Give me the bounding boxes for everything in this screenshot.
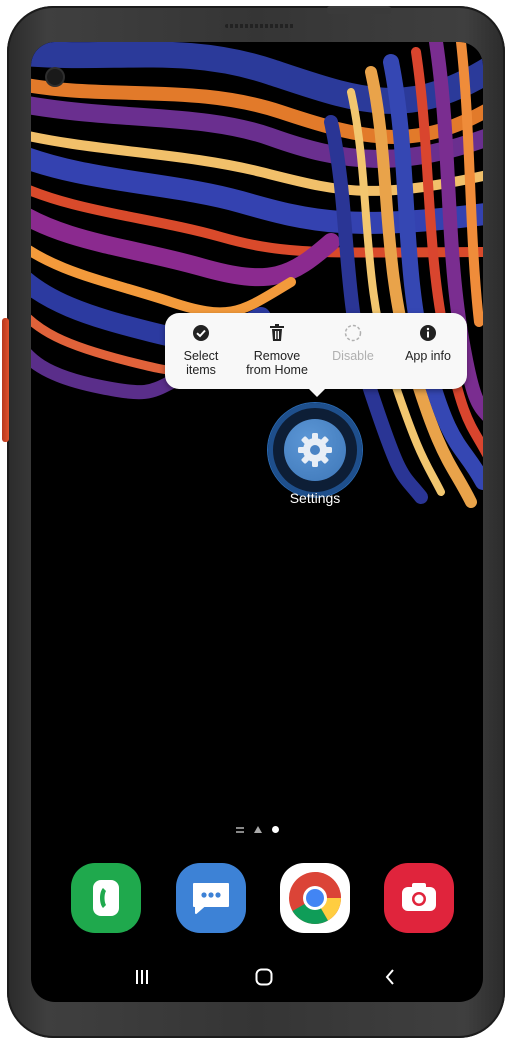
app-context-menu: Select items Remove from Home Disable Ap… (165, 313, 467, 397)
phone-app-icon[interactable] (71, 863, 141, 933)
remove-from-home-label: Remove from Home (246, 349, 308, 377)
message-bubble-icon (193, 883, 229, 914)
home-screen (31, 42, 483, 1002)
power-button (327, 6, 391, 14)
settings-app-icon[interactable] (284, 419, 346, 481)
page-indicator-list (236, 826, 244, 833)
recents-icon (136, 970, 148, 984)
app-info-button[interactable]: App info (393, 313, 463, 389)
home-nav-button[interactable] (244, 962, 284, 992)
page-indicator-current (272, 826, 279, 833)
app-info-label: App info (405, 349, 451, 363)
phone-icon (93, 880, 119, 916)
page-indicator-home (254, 826, 262, 833)
messages-app-icon[interactable] (176, 863, 246, 933)
disable-button[interactable]: Disable (323, 313, 383, 389)
settings-app-label: Settings (289, 490, 341, 506)
remove-from-home-button[interactable]: Remove from Home (237, 313, 317, 389)
chrome-app-icon[interactable] (280, 863, 350, 933)
chrome-icon (289, 872, 341, 924)
side-key (2, 318, 9, 442)
camera-icon (402, 883, 436, 911)
info-icon (419, 323, 437, 343)
select-items-button[interactable]: Select items (171, 313, 231, 389)
page-indicator[interactable] (236, 826, 279, 833)
recents-button[interactable] (122, 962, 162, 992)
camera-app-icon[interactable] (384, 863, 454, 933)
select-items-label: Select items (183, 349, 219, 377)
front-camera (47, 69, 63, 85)
disable-label: Disable (332, 349, 374, 363)
earpiece-speaker (225, 24, 295, 28)
back-chevron-icon (385, 969, 394, 985)
gear-icon (298, 433, 332, 467)
trash-icon (269, 323, 285, 343)
dashed-circle-icon (344, 323, 362, 343)
wallpaper (31, 42, 483, 512)
home-icon (255, 968, 273, 986)
back-button[interactable] (370, 962, 410, 992)
check-circle-icon (192, 323, 210, 343)
menu-pointer (308, 388, 326, 397)
